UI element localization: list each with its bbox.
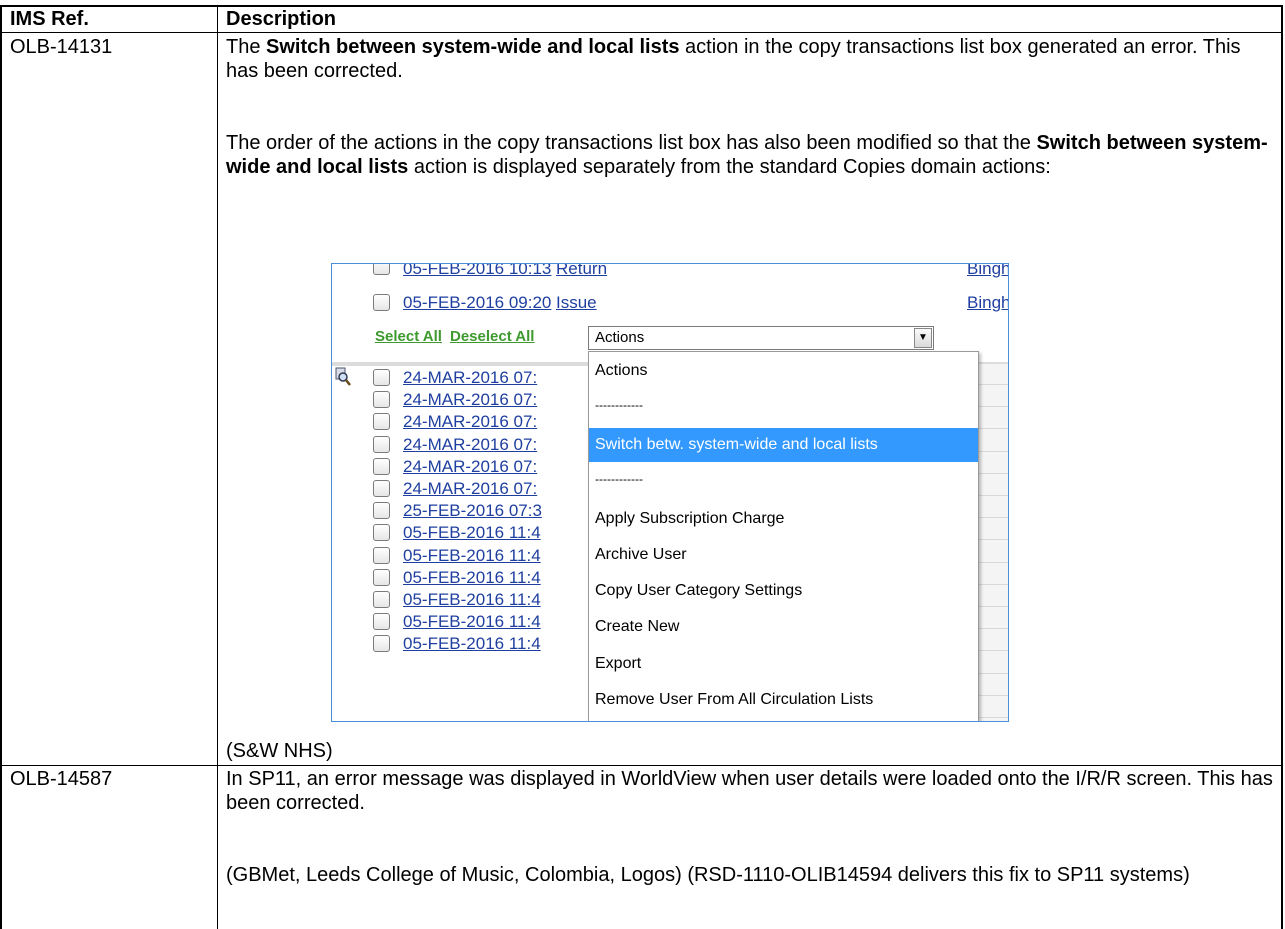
dropdown-option[interactable]: Create New [595, 616, 679, 638]
release-notes-table: IMS Ref. Description OLB-14131 The Switc… [0, 5, 1283, 929]
row-checkbox[interactable] [373, 294, 390, 311]
header-description: Description [226, 8, 337, 30]
transaction-date-link[interactable]: 24-MAR-2016 07: [403, 456, 537, 478]
row-checkbox[interactable] [373, 524, 390, 542]
grid-line [979, 495, 1008, 496]
header-divider [2, 32, 1281, 33]
chevron-down-icon[interactable]: ▼ [914, 328, 932, 348]
grid-line [979, 406, 1008, 408]
row-1-customers: (S&W NHS) [226, 740, 333, 762]
transaction-type-link[interactable]: Issue [556, 292, 597, 314]
dropdown-option[interactable]: Apply Subscription Charge [595, 508, 784, 530]
row-checkbox[interactable] [373, 369, 390, 386]
transaction-date-link[interactable]: 05-FEB-2016 11:4 [403, 567, 541, 589]
row-2-ref: OLB-14587 [10, 768, 113, 790]
grid-line [979, 694, 1008, 696]
dropdown-option[interactable]: Copy User Category Settings [595, 580, 802, 602]
transaction-date-link[interactable]: 25-FEB-2016 07:3 [403, 500, 542, 522]
grid-line [979, 472, 1008, 474]
magnifier-icon[interactable] [335, 367, 351, 387]
row-1-ref: OLB-14131 [10, 36, 113, 58]
actions-dropdown[interactable]: Actions ------------ Switch betw. system… [588, 351, 979, 721]
grid-line [979, 717, 1008, 718]
row-checkbox[interactable] [373, 568, 390, 586]
grid-line [979, 606, 1008, 607]
transaction-date-link[interactable]: 24-MAR-2016 07: [403, 434, 537, 456]
dropdown-option[interactable]: Archive User [595, 544, 687, 566]
grid-line [979, 650, 1008, 652]
bold-action-name: Switch between system-wide and local lis… [266, 36, 680, 58]
transaction-date-link[interactable]: 05-FEB-2016 11:4 [403, 611, 541, 633]
row-checkbox[interactable] [373, 413, 390, 431]
transaction-date-link[interactable]: 05-FEB-2016 09:20 [403, 292, 551, 314]
row-1-paragraph-1: The Switch between system-wide and local… [226, 36, 1241, 82]
borrower-link[interactable]: Bingha [967, 264, 1008, 280]
grid-line [979, 539, 1008, 541]
transaction-date-link[interactable]: 05-FEB-2016 11:4 [403, 522, 541, 544]
row-divider [2, 765, 1281, 766]
actions-select-value: Actions [595, 329, 645, 346]
grid-line [979, 428, 1008, 430]
grid-line [979, 583, 1008, 585]
row-checkbox[interactable] [373, 264, 390, 275]
list-grid-column [979, 364, 1008, 721]
grid-line [979, 628, 1008, 630]
row-1-paragraph-2: The order of the actions in the copy tra… [226, 132, 1268, 178]
header-ims-ref: IMS Ref. [10, 8, 89, 30]
dropdown-separator: ------------ [595, 398, 643, 412]
dropdown-option[interactable]: Remove User From All Circulation Lists [595, 689, 873, 711]
dropdown-option[interactable]: Export [595, 653, 641, 675]
transaction-date-link[interactable]: 05-FEB-2016 11:4 [403, 545, 541, 567]
row-2-paragraph-2: (GBMet, Leeds College of Music, Colombia… [226, 864, 1190, 886]
grid-line [979, 450, 1008, 452]
dropdown-option-selected[interactable]: Switch betw. system-wide and local lists [589, 428, 978, 462]
grid-line [979, 561, 1008, 563]
row-checkbox[interactable] [373, 457, 390, 475]
row-checkbox[interactable] [373, 591, 390, 608]
actions-select[interactable]: Actions ▼ [588, 326, 934, 350]
embedded-screenshot: 05-FEB-2016 10:13 Return Bingha 05-FEB-2… [331, 263, 1009, 722]
column-divider [217, 7, 218, 929]
transaction-date-link[interactable]: 24-MAR-2016 07: [403, 478, 537, 500]
grid-line [979, 672, 1008, 674]
transaction-type-link[interactable]: Return [556, 264, 607, 280]
transaction-date-link[interactable]: 05-FEB-2016 11:4 [403, 589, 541, 611]
select-all-link[interactable]: Select All [375, 328, 442, 345]
row-checkbox[interactable] [373, 502, 390, 520]
row-checkbox[interactable] [373, 635, 390, 653]
transaction-date-link[interactable]: 05-FEB-2016 11:4 [403, 633, 541, 655]
transaction-date-link[interactable]: 24-MAR-2016 07: [403, 389, 537, 411]
row-checkbox[interactable] [373, 435, 390, 453]
row-2-paragraph-1: In SP11, an error message was displayed … [226, 768, 1273, 814]
grid-line [979, 384, 1008, 385]
grid-line [979, 517, 1008, 519]
dropdown-option[interactable]: Actions [595, 360, 647, 382]
transaction-date-link[interactable]: 24-MAR-2016 07: [403, 411, 537, 433]
row-checkbox[interactable] [373, 613, 390, 631]
selection-links: Select All Deselect All [375, 328, 542, 345]
transaction-date-link[interactable]: 24-MAR-2016 07: [403, 367, 537, 389]
dropdown-separator: ------------ [595, 472, 643, 486]
row-checkbox[interactable] [373, 546, 390, 564]
borrower-link[interactable]: Bingha [967, 292, 1008, 314]
transaction-date-link[interactable]: 05-FEB-2016 10:13 [403, 264, 551, 280]
row-checkbox[interactable] [373, 391, 390, 409]
deselect-all-link[interactable]: Deselect All [450, 328, 535, 345]
row-checkbox[interactable] [373, 480, 390, 497]
